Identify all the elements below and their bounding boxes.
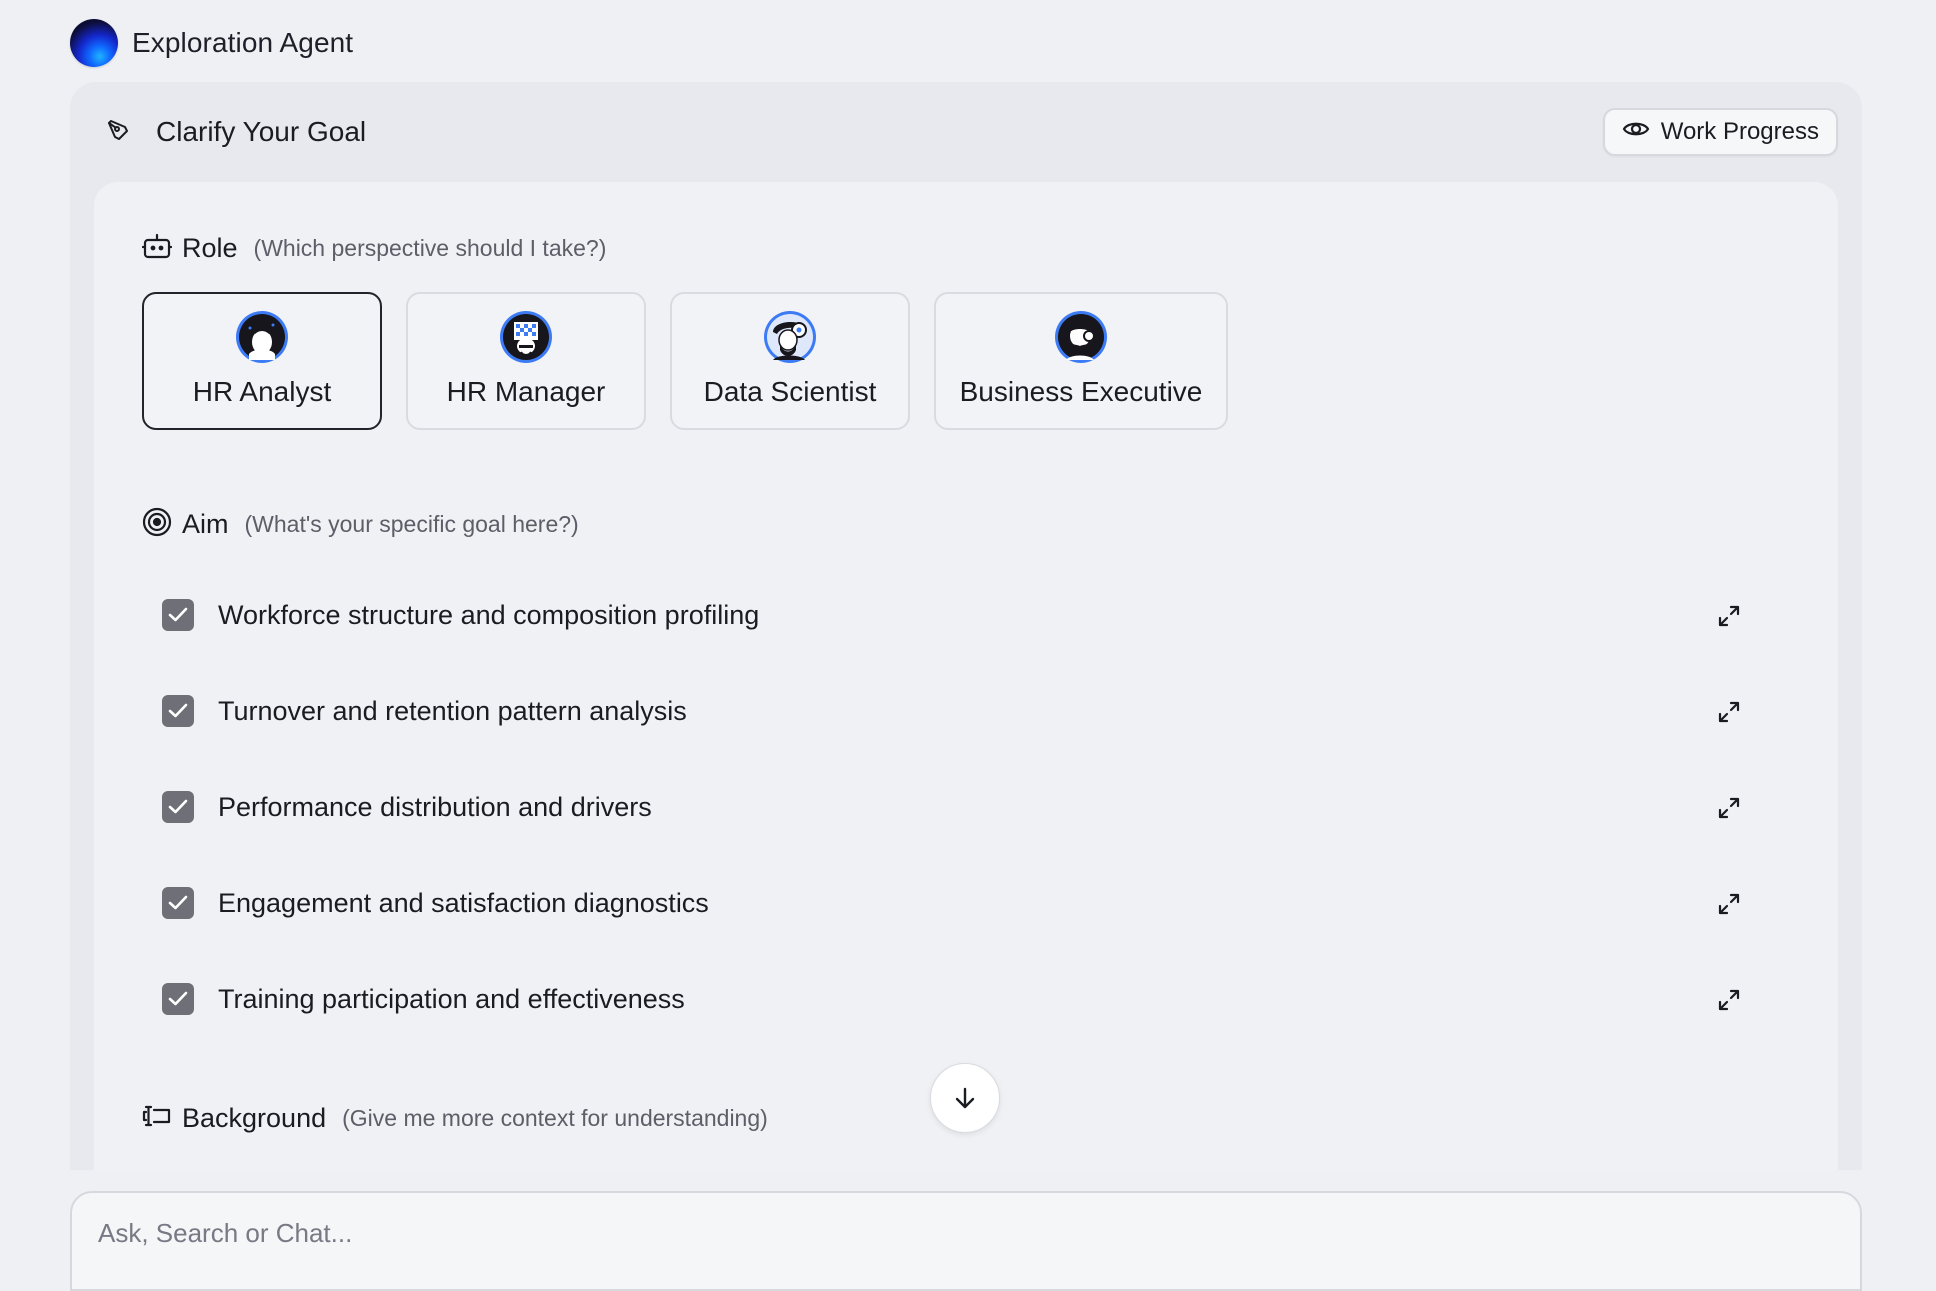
role-option-label: Business Executive	[959, 376, 1203, 407]
chat-input[interactable]	[96, 1213, 1796, 1253]
work-progress-label: Work Progress	[1660, 118, 1819, 145]
aim-section-label: Aim (What's your specific goal here?)	[142, 507, 579, 542]
aim-item: Turnover and retention pattern analysis	[162, 663, 1782, 759]
app-header: Exploration Agent	[70, 19, 353, 67]
expand-icon[interactable]	[1716, 987, 1742, 1013]
background-label: Background	[182, 1103, 327, 1133]
aim-item-text: Training participation and effectiveness	[218, 983, 685, 1014]
role-option-label: HR Manager	[446, 376, 606, 407]
aim-checkbox[interactable]	[162, 599, 194, 631]
panel-header: Clarify Your Goal	[106, 116, 366, 148]
checkmark-icon	[168, 991, 188, 1006]
expand-icon[interactable]	[1716, 891, 1742, 917]
aim-checkbox[interactable]	[162, 983, 194, 1015]
scroll-down-button[interactable]	[930, 1063, 1000, 1133]
goal-form: Role (Which perspective should I take?)	[94, 182, 1838, 1170]
target-icon	[142, 507, 172, 542]
panel-title: Clarify Your Goal	[156, 116, 367, 147]
background-section-label: Background (Give me more context for und…	[142, 1102, 768, 1135]
role-option-label: HR Analyst	[192, 376, 332, 407]
role-option-label: Data Scientist	[703, 376, 877, 407]
role-option-hr-manager[interactable]: HR Manager	[406, 292, 646, 430]
expand-icon[interactable]	[1716, 603, 1742, 629]
aim-item-text: Engagement and satisfaction diagnostics	[218, 887, 709, 918]
role-option-business-executive[interactable]: Business Executive	[934, 292, 1228, 430]
checkmark-icon	[168, 607, 188, 622]
aim-item-text: Performance distribution and drivers	[218, 791, 652, 822]
pen-icon	[106, 118, 130, 147]
role-hint: (Which perspective should I take?)	[253, 235, 607, 261]
checkmark-icon	[168, 895, 188, 910]
hr-analyst-avatar-icon	[235, 310, 289, 364]
work-progress-button[interactable]: Work Progress	[1602, 108, 1838, 156]
arrow-down-icon	[955, 1087, 975, 1109]
background-hint: (Give me more context for understanding)	[342, 1105, 768, 1131]
role-label: Role	[182, 233, 238, 263]
aim-checkbox[interactable]	[162, 887, 194, 919]
eye-icon	[1622, 118, 1650, 146]
aim-checkbox[interactable]	[162, 695, 194, 727]
hr-manager-avatar-icon	[499, 310, 553, 364]
aim-item: Performance distribution and drivers	[162, 759, 1782, 855]
aim-hint: (What's your specific goal here?)	[244, 511, 579, 537]
robot-icon	[141, 232, 173, 265]
expand-icon[interactable]	[1716, 699, 1742, 725]
aim-checkbox[interactable]	[162, 791, 194, 823]
app-title: Exploration Agent	[132, 27, 354, 58]
business-executive-avatar-icon	[1054, 310, 1108, 364]
agent-avatar	[70, 19, 118, 67]
role-option-hr-analyst[interactable]: HR Analyst	[142, 292, 382, 430]
aim-item: Workforce structure and composition prof…	[162, 567, 1782, 663]
aim-item: Training participation and effectiveness	[162, 951, 1782, 1047]
chat-input-container	[70, 1191, 1862, 1291]
aim-item-text: Turnover and retention pattern analysis	[218, 695, 687, 726]
checkmark-icon	[168, 703, 188, 718]
text-cursor-icon	[142, 1102, 172, 1135]
goal-panel: Clarify Your Goal Work Progress Role (Wh…	[70, 82, 1862, 1170]
data-scientist-avatar-icon	[763, 310, 817, 364]
checkmark-icon	[168, 799, 188, 814]
aim-item-text: Workforce structure and composition prof…	[218, 599, 760, 630]
role-option-data-scientist[interactable]: Data Scientist	[670, 292, 910, 430]
aim-label: Aim	[182, 509, 229, 539]
aim-item: Engagement and satisfaction diagnostics	[162, 855, 1782, 951]
role-section-label: Role (Which perspective should I take?)	[141, 232, 607, 265]
aim-list: Workforce structure and composition prof…	[162, 567, 1782, 1047]
expand-icon[interactable]	[1716, 795, 1742, 821]
role-options: HR Analyst HR Manager Data Scientist Bus…	[142, 292, 1228, 430]
